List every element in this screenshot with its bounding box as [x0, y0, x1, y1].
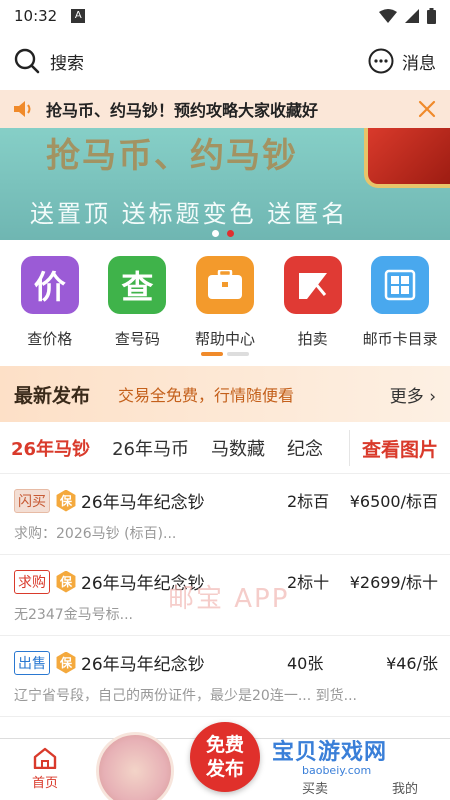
tab-horse-notes[interactable]: 26年马钞	[0, 435, 101, 461]
nav-mine[interactable]: 我的	[360, 739, 450, 800]
listing-description: 辽宁省号段，自己的两份证件，最少是20连一... 到货...	[14, 688, 357, 704]
messages-label: 消息	[402, 53, 436, 74]
banner-headline: 抢马币、约马钞	[46, 136, 298, 176]
category-tabs: 26年马钞 26年马币 马数藏 纪念 查看图片	[0, 422, 450, 474]
home-icon	[33, 747, 57, 769]
top-bar: 搜索 消息	[0, 32, 450, 90]
chevron-right-icon: ›	[429, 386, 436, 407]
notice-text: 抢马币、约马钞！预约攻略大家收藏好	[46, 101, 319, 120]
tab-commemorative[interactable]: 纪念	[276, 435, 322, 461]
listing-type-badge: 求购	[14, 569, 50, 594]
latest-title: 最新发布	[14, 384, 91, 407]
listing-quantity: 2标十	[287, 573, 330, 592]
free-publish-button[interactable]: 免费 发布	[190, 722, 260, 792]
listing-name: 26年马年纪念钞	[81, 493, 205, 513]
quick-link-help[interactable]: 帮助中心	[183, 256, 267, 360]
quick-link-label: 查号码	[114, 330, 160, 348]
listing-row[interactable]: 出售 保 26年马年纪念钞 40张 ¥46/张 辽宁省号段，自己的两份证件，最少…	[0, 636, 450, 717]
messages-button[interactable]: 消息	[368, 48, 436, 74]
search-label: 搜索	[50, 53, 84, 74]
publish-line2: 发布	[205, 758, 244, 780]
nav-buyer-label: 买卖	[301, 782, 328, 797]
price-icon: 价	[20, 256, 79, 314]
nav-home-label: 首页	[31, 776, 58, 791]
listing-row[interactable]: 闪买 保 26年马年纪念钞 2标百 ¥6500/标百 求购：2026马钞 (标百…	[0, 474, 450, 555]
listing-quantity: 40张	[287, 654, 324, 673]
status-bar: 10:32 A	[0, 0, 450, 32]
search-button[interactable]: 搜索	[14, 48, 84, 74]
more-label: 更多	[389, 386, 424, 407]
quick-link-price[interactable]: 价 查价格	[8, 256, 92, 360]
horse-medallion-image[interactable]	[96, 732, 174, 800]
quick-links: 价 查价格 查 查号码 帮助中心 拍卖 邮币卡目录	[0, 240, 450, 360]
listing-name: 26年马年纪念钞	[81, 655, 205, 675]
status-time: 10:32	[14, 7, 58, 25]
listing-list: 闪买 保 26年马年纪念钞 2标百 ¥6500/标百 求购：2026马钞 (标百…	[0, 474, 450, 717]
publish-line1: 免费	[205, 734, 244, 756]
listing-price: ¥6500/标百	[349, 492, 438, 511]
red-envelope-image	[364, 128, 450, 188]
quick-link-lookup[interactable]: 查 查号码	[95, 256, 179, 360]
listing-name: 26年马年纪念钞	[81, 574, 205, 594]
pager-segment-active	[201, 352, 223, 356]
tab-horse-coins[interactable]: 26年马币	[101, 435, 200, 461]
quick-link-label: 邮币卡目录	[362, 330, 438, 348]
listing-quantity: 2标百	[287, 492, 330, 511]
wifi-icon	[379, 9, 397, 23]
quick-link-auction[interactable]: 拍卖	[271, 256, 355, 360]
latest-section-header: 最新发布 交易全免费，行情随便看 更多 ›	[0, 366, 450, 422]
banner-pager	[212, 230, 234, 237]
guarantee-icon: 保	[56, 570, 76, 593]
pager-dot-active	[227, 230, 234, 237]
catalog-icon	[371, 256, 430, 314]
quick-link-label: 查价格	[27, 330, 73, 348]
status-icons	[379, 8, 436, 24]
listing-type-badge: 出售	[14, 650, 50, 675]
signal-icon	[405, 9, 419, 23]
quick-link-catalog[interactable]: 邮币卡目录	[358, 256, 442, 360]
auction-icon	[283, 256, 342, 314]
nav-mine-label: 我的	[391, 782, 418, 797]
pager-dot	[212, 230, 219, 237]
listing-row[interactable]: 求购 保 26年马年纪念钞 2标十 ¥2699/标十 无2347金马号标...	[0, 555, 450, 636]
nav-home[interactable]: 首页	[0, 739, 90, 800]
briefcase-icon	[195, 256, 254, 314]
lookup-icon: 查	[108, 256, 167, 314]
listing-type-badge: 闪买	[14, 488, 50, 513]
quick-link-label: 拍卖	[297, 330, 328, 348]
banner-subline: 送置顶 送标题变色 送匿名	[30, 200, 349, 228]
listing-price: ¥2699/标十	[349, 573, 438, 592]
search-icon	[14, 48, 40, 74]
listing-description: 求购：2026马钞 (标百)...	[14, 526, 177, 542]
promo-banner[interactable]: 抢马币、约马钞 送置顶 送标题变色 送匿名	[0, 128, 450, 240]
close-icon[interactable]	[418, 100, 436, 118]
more-link[interactable]: 更多 ›	[390, 382, 436, 407]
nav-buyer[interactable]: 买卖	[270, 739, 360, 800]
latest-desc: 交易全免费，行情随便看	[118, 386, 295, 405]
listing-price: ¥46/张	[386, 654, 438, 673]
tab-horse-digital[interactable]: 马数藏	[200, 435, 276, 461]
listing-description: 无2347金马号标...	[14, 607, 133, 623]
battery-icon	[427, 8, 436, 24]
guarantee-icon: 保	[56, 651, 76, 674]
pager-segment	[227, 352, 249, 356]
quick-link-label: 帮助中心	[194, 330, 255, 348]
speaker-icon	[14, 101, 31, 117]
chat-bubble-icon	[368, 48, 394, 74]
guarantee-icon: 保	[56, 489, 76, 512]
notice-bar[interactable]: 抢马币、约马钞！预约攻略大家收藏好	[0, 90, 450, 128]
system-a-icon: A	[71, 9, 86, 23]
view-images-button[interactable]: 查看图片	[348, 430, 450, 466]
